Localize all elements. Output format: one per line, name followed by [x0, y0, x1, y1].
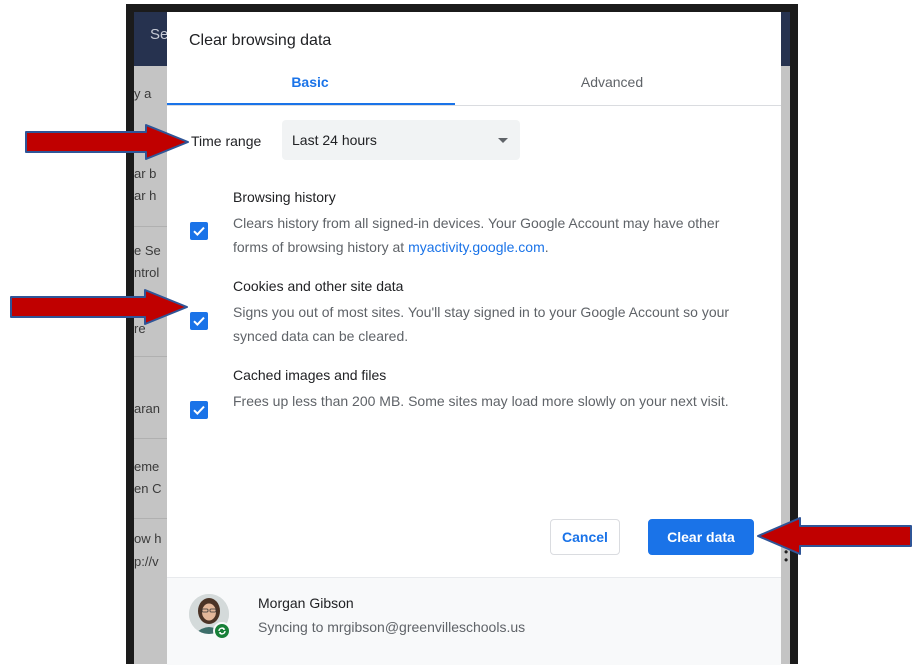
- option-title: Cached images and files: [233, 367, 387, 383]
- tab-advanced[interactable]: Advanced: [527, 74, 697, 104]
- check-icon: [193, 226, 205, 237]
- annotation-arrow-icon: [10, 289, 188, 325]
- background-text: aran: [134, 401, 161, 416]
- clear-browsing-data-dialog: Clear browsing data Basic Advanced Time …: [167, 12, 781, 665]
- background-divider: [134, 226, 168, 227]
- option-description: Signs you out of most sites. You'll stay…: [233, 304, 730, 344]
- background-divider: [134, 518, 168, 519]
- background-text: ar b: [134, 166, 157, 181]
- account-sync-status: Syncing to mrgibson@greenvilleschools.us: [258, 619, 526, 635]
- background-text: e Se: [134, 243, 161, 258]
- background-text: ow h: [134, 531, 162, 546]
- background-text: eme: [134, 459, 160, 474]
- background-text: ar h: [134, 188, 157, 203]
- cancel-button[interactable]: Cancel: [550, 519, 620, 555]
- sync-glyph: [218, 627, 226, 635]
- background-header-text: Se: [150, 26, 169, 43]
- account-name: Morgan Gibson: [258, 595, 354, 611]
- option-title: Cookies and other site data: [233, 278, 404, 294]
- background-text: ntrol: [134, 265, 160, 280]
- cookies-checkbox[interactable]: [190, 312, 208, 330]
- option-description: Frees up less than 200 MB. Some sites ma…: [233, 393, 729, 409]
- time-range-value: Last 24 hours: [292, 132, 377, 148]
- dropdown-caret-icon: [498, 138, 508, 143]
- tab-basic[interactable]: Basic: [225, 74, 395, 104]
- check-icon: [193, 405, 205, 416]
- check-icon: [193, 316, 205, 327]
- cached-images-checkbox[interactable]: [190, 401, 208, 419]
- time-range-label: Time range: [191, 133, 262, 149]
- sync-icon: [213, 622, 231, 640]
- browsing-history-checkbox[interactable]: [190, 222, 208, 240]
- annotation-arrow-icon: [757, 517, 912, 555]
- background-text: p://v: [134, 554, 159, 569]
- tab-divider: [167, 105, 781, 106]
- option-title: Browsing history: [233, 189, 336, 205]
- background-text: en C: [134, 481, 162, 496]
- time-range-select[interactable]: Last 24 hours: [282, 120, 520, 160]
- annotation-arrow-icon: [25, 124, 189, 160]
- dialog-title: Clear browsing data: [189, 32, 332, 49]
- account-footer: Morgan Gibson Syncing to mrgibson@greenv…: [167, 577, 781, 665]
- background-divider: [134, 438, 168, 439]
- background-divider: [134, 356, 168, 357]
- option-description: Clears history from all signed-in device…: [233, 211, 753, 259]
- clear-data-button[interactable]: Clear data: [648, 519, 754, 555]
- myactivity-link[interactable]: myactivity.google.com: [408, 239, 545, 255]
- background-text: y a: [134, 86, 152, 101]
- option-description-text: .: [544, 239, 549, 255]
